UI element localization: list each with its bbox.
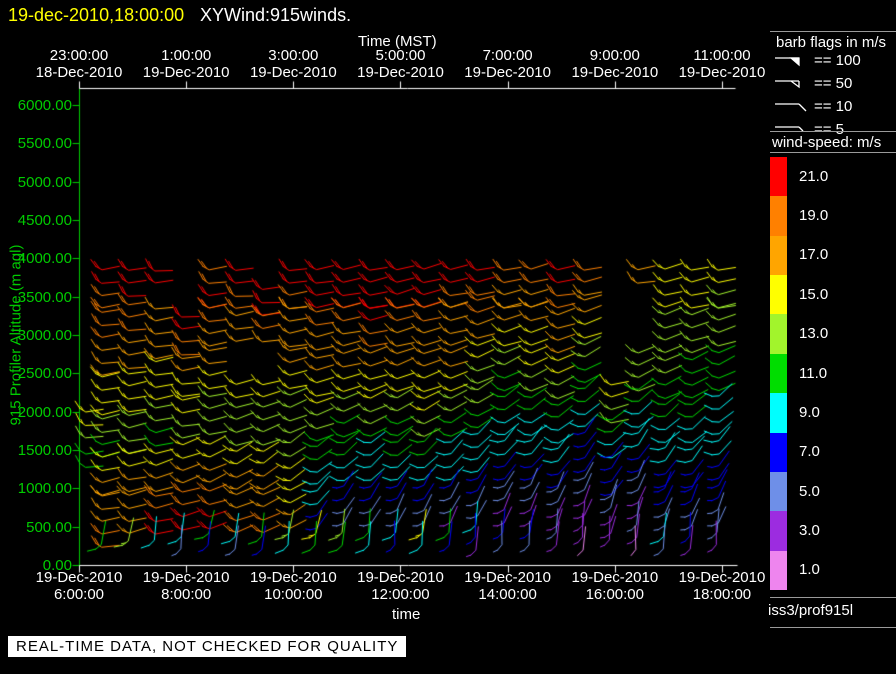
colorbar-segment [770,235,787,276]
colorbar-segment [770,314,787,354]
colorbar-value-label: 17.0 [799,246,829,264]
colorbar-value-label: 19.0 [799,207,829,225]
filled-pennant-icon [775,56,800,66]
colorbar-segment [770,432,787,472]
colorbar-value-label: 15.0 [799,285,829,303]
page-title: XYWind:915winds. [200,5,352,25]
barb-legend-title: barb flags in m/s [776,34,887,51]
colorbar-segment [770,275,787,315]
bottom-axis-tick-label: 19-Dec-2010 6:00:00 [35,569,123,603]
left-axis-tick-label: 6000.00 [17,96,72,114]
app-window: 19-dec-2010,18:00:00 XYWind:915winds. Ti… [0,0,896,674]
data-source-label: iss3/prof915l [768,602,854,619]
barb-legend-entry: == 100 [774,52,861,69]
colorbar-value-label: 1.0 [799,561,820,579]
barb-legend-entry: == 10 [774,98,852,115]
bottom-axis-tick-label: 19-Dec-2010 12:00:00 [357,569,444,603]
left-axis-tick-label: 2500.00 [17,365,72,383]
colorbar-value-label: 9.0 [799,403,820,421]
top-axis-tick-label: 7:00:00 19-Dec-2010 [464,47,551,81]
bottom-axis-tick-label: 19-Dec-2010 14:00:00 [464,569,551,603]
barb-legend-value: == 10 [814,98,853,115]
left-axis-tick-label: 3500.00 [17,288,72,306]
timestamp: 19-dec-2010,18:00:00 [8,5,185,25]
left-axis-tick-label: 3000.00 [17,326,72,344]
quality-warning: REAL-TIME DATA, NOT CHECKED FOR QUALITY [8,636,407,657]
colorbar-value-label: 7.0 [799,443,820,461]
colorbar-value-label: 21.0 [799,167,829,185]
top-axis-tick-label: 3:00:00 19-Dec-2010 [249,47,337,81]
panel-divider [770,31,896,32]
left-axis-tick-label: 1000.00 [17,480,72,498]
bottom-axis-title: time [392,606,421,623]
left-axis-tick-label: 5500.00 [17,135,72,153]
colorbar-segment [770,511,787,551]
colorbar-value-label: 11.0 [799,364,828,382]
bottom-axis-tick-label: 19-Dec-2010 18:00:00 [678,569,766,603]
panel-divider [770,131,896,132]
top-axis-tick-label: 5:00:00 19-Dec-2010 [357,47,444,81]
left-axis-tick-label: 1500.00 [17,441,72,459]
left-axis-tick-label: 500.00 [26,518,72,536]
colorbar-segment [770,550,787,590]
colorbar-title: wind-speed: m/s [772,134,882,151]
colorbar-segment [770,196,787,236]
colorbar-segment [770,157,787,197]
left-axis-tick-label: 4500.00 [17,211,72,229]
colorbar-value-label: 5.0 [799,482,820,500]
full-barb-icon [775,102,807,111]
bottom-axis-tick-label: 19-Dec-2010 10:00:00 [249,569,337,603]
panel-divider [770,597,896,598]
panel-divider [770,627,896,628]
colorbar-value-label: 3.0 [799,521,820,539]
bottom-axis-tick-label: 19-Dec-2010 16:00:00 [571,569,659,603]
colorbar-segment [770,471,787,512]
left-axis-tick-label: 2000.00 [17,403,72,421]
left-axis-tick-label: 4000.00 [17,250,72,268]
colorbar-segment [770,393,787,433]
barb-legend-entry: == 50 [774,75,852,92]
top-axis-tick-label: 1:00:00 19-Dec-2010 [142,47,230,81]
bottom-axis-tick-label: 19-Dec-2010 8:00:00 [142,569,230,603]
barb-legend-value: == 50 [814,75,853,92]
barb-legend-value: == 100 [814,52,861,69]
colorbar-segment [770,353,787,394]
top-axis-tick-label: 11:00:00 19-Dec-2010 [678,47,766,81]
colorbar-value-label: 13.0 [799,325,829,343]
wind-speed-colorbar [770,157,787,590]
left-axis-tick-label: 5000.00 [17,173,72,191]
top-axis-tick-label: 23:00:00 18-Dec-2010 [35,47,123,81]
top-axis-tick-label: 9:00:00 19-Dec-2010 [571,47,659,81]
open-pennant-icon [775,79,800,88]
panel-divider [770,152,896,153]
